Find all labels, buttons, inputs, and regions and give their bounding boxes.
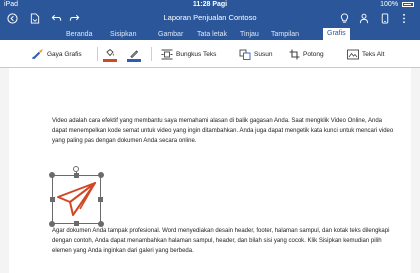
arrange-icon [239,48,251,60]
share-person-icon[interactable] [358,12,370,24]
clock: 11:28 Pagi [192,1,228,8]
alt-text-icon [347,48,359,60]
title-bar: Laporan Penjualan Contoso [0,9,420,27]
battery-icon [402,1,414,7]
resize-handle-left[interactable] [50,197,55,202]
line-color-button[interactable] [128,47,143,59]
tab-tata-letak[interactable]: Tata letak [194,29,230,40]
resize-handle-top-left[interactable] [49,172,55,178]
rotation-handle[interactable] [73,166,79,172]
resize-handle-right[interactable] [98,197,103,202]
paragraph-1[interactable]: Video adalah cara efektif yang membantu … [52,116,397,146]
paragraph-2[interactable]: Agar dokumen Anda tampak profesional. Wo… [52,226,397,256]
line-color-swatch [127,59,141,62]
tab-beranda[interactable]: Beranda [63,29,95,40]
alt-text-label: Teks Alt [362,50,385,58]
toolbar-divider [97,47,98,61]
graphic-styles-label: Gaya Grafis [47,50,82,58]
document-title: Laporan Penjualan Contoso [163,13,257,22]
battery-indicator: 100% [380,0,414,9]
ribbon-tabs: Beranda Sisipkan Gambar Tata letak Tinja… [0,27,420,40]
selected-graphic[interactable] [49,166,104,227]
crop-icon [288,48,300,60]
fill-color-swatch [103,59,117,62]
tab-sisipkan[interactable]: Sisipkan [107,29,139,40]
arrange-label: Susun [254,50,273,58]
mobile-view-icon[interactable] [379,12,391,24]
tab-tampilan[interactable]: Tampilan [268,29,302,40]
crop-button[interactable]: Potong [288,48,324,60]
toolbar-divider [151,47,152,61]
fill-color-button[interactable] [104,47,119,59]
graphic-styles-icon [32,48,44,60]
more-options-icon[interactable] [398,12,410,24]
alt-text-button[interactable]: Teks Alt [347,48,384,60]
arrange-button[interactable]: Susun [239,48,272,60]
pen-icon [128,47,140,59]
wrap-text-icon [161,48,173,60]
tab-tinjau[interactable]: Tinjau [237,29,262,40]
resize-handle-top-right[interactable] [98,172,104,178]
tab-gambar[interactable]: Gambar [155,29,186,40]
word-app: iPad 11:28 Pagi 100% Laporan Penjualan C… [0,0,420,273]
status-bar: iPad 11:28 Pagi 100% [0,0,420,9]
graphics-toolbar: Gaya Grafis Bungkus Teks Susun Potong Te… [0,40,420,68]
tab-grafis[interactable]: Grafis [323,28,350,40]
tell-me-lightbulb-icon[interactable] [338,12,350,24]
crop-label: Potong [303,50,324,58]
paper-plane-icon [57,182,96,216]
document-page[interactable]: Video adalah cara efektif yang membantu … [9,68,411,273]
fill-bucket-icon [104,47,116,59]
battery-percent: 100% [380,1,399,8]
wrap-text-button[interactable]: Bungkus Teks [161,48,216,60]
wrap-text-label: Bungkus Teks [176,50,217,58]
graphic-styles-button[interactable]: Gaya Grafis [32,48,82,60]
resize-handle-top[interactable] [74,173,79,178]
